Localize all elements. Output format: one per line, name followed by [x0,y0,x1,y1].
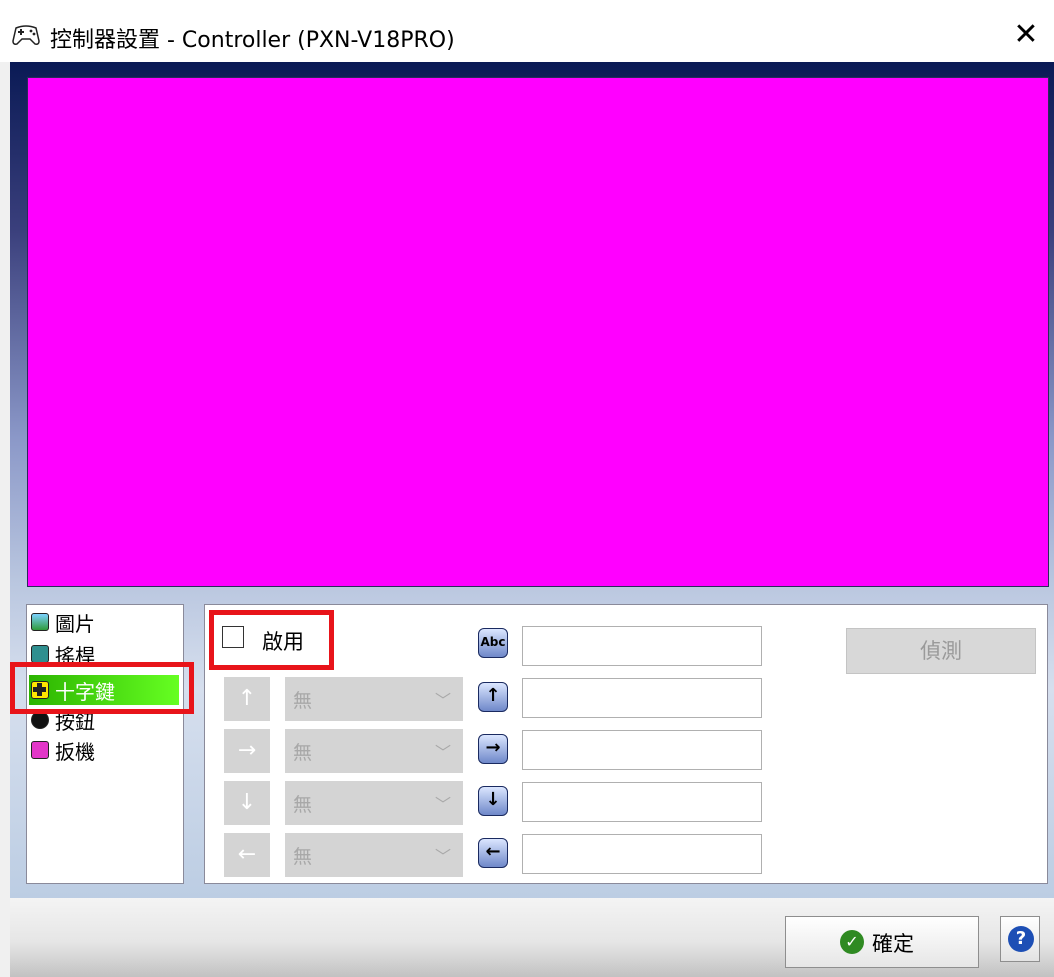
combo-value: 無 [293,742,313,764]
combo-value: 無 [293,690,313,712]
category-label: 搖桿 [55,644,95,668]
arrow-right-button[interactable]: → [224,729,270,773]
left-key-input[interactable] [522,834,762,874]
trigger-icon [31,741,49,759]
button-icon [31,711,49,729]
window-title: 控制器設置 - Controller (PXN-V18PRO) [50,28,455,53]
dpad-icon [31,681,49,699]
right-key-input[interactable] [522,730,762,770]
category-item-dpad[interactable]: 十字鍵 [29,679,179,704]
category-label: 十字鍵 [55,680,115,704]
help-icon: ? [1008,926,1034,952]
enable-label: 啟用 [262,630,304,654]
help-button[interactable]: ? [1000,916,1040,962]
title-bar: 控制器設置 - Controller (PXN-V18PRO) ✕ [0,0,1054,62]
checkmark-icon: ✓ [840,930,864,954]
chevron-down-icon: ﹀ [434,795,451,814]
arrow-left-button[interactable]: ← [224,833,270,877]
left-mapping-select[interactable]: 無 ﹀ [285,833,463,877]
close-button[interactable]: ✕ [1004,14,1048,56]
image-icon [31,613,49,631]
name-icon: Abc [478,628,508,658]
joystick-icon [31,645,49,663]
category-label: 圖片 [55,612,95,636]
down-mapping-select[interactable]: 無 ﹀ [285,781,463,825]
arrow-up-button[interactable]: ↑ [224,677,270,721]
combo-value: 無 [293,794,313,816]
up-key-input[interactable] [522,678,762,718]
arrow-right-icon: → [478,734,508,764]
category-item-joystick[interactable]: 搖桿 [29,643,179,668]
name-input[interactable] [522,626,762,666]
right-mapping-select[interactable]: 無 ﹀ [285,729,463,773]
enable-checkbox[interactable] [222,626,244,648]
arrow-down-icon: ↓ [478,786,508,816]
detect-button[interactable]: 偵測 [846,628,1036,674]
combo-value: 無 [293,846,313,868]
ok-button[interactable]: ✓ 確定 [785,916,979,968]
arrow-left-icon: ← [478,838,508,868]
up-mapping-select[interactable]: 無 ﹀ [285,677,463,721]
ok-label: 確定 [872,932,914,956]
window-left-edge [0,62,10,977]
arrow-up-icon: ↑ [478,682,508,712]
chevron-down-icon: ﹀ [434,743,451,762]
category-list: 圖片 搖桿 十字鍵 按鈕 扳機 [26,604,184,884]
controller-preview-area [27,77,1049,587]
chevron-down-icon: ﹀ [434,847,451,866]
category-item-button[interactable]: 按鈕 [29,709,179,734]
category-item-image[interactable]: 圖片 [29,611,179,636]
arrow-down-button[interactable]: ↓ [224,781,270,825]
category-label: 按鈕 [55,710,95,734]
gamepad-icon [12,25,40,45]
chevron-down-icon: ﹀ [434,691,451,710]
category-item-trigger[interactable]: 扳機 [29,739,179,764]
category-label: 扳機 [55,740,95,764]
down-key-input[interactable] [522,782,762,822]
